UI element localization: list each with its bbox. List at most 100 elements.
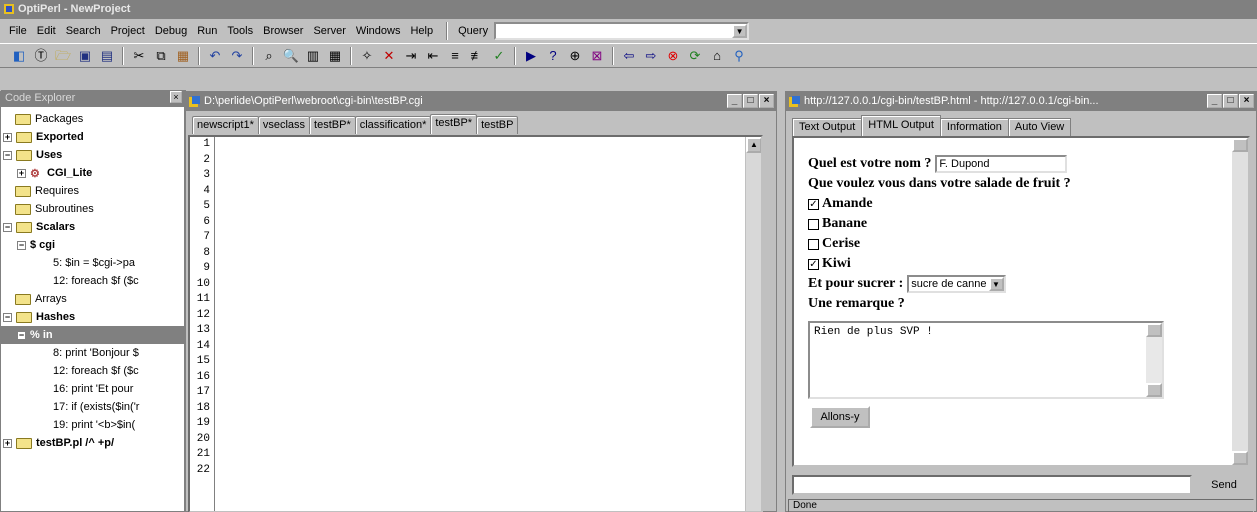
back-arrow-icon[interactable]: ⇦	[618, 46, 640, 66]
menu-windows[interactable]: Windows	[351, 20, 406, 42]
chevron-down-icon[interactable]: ▼	[988, 277, 1004, 291]
tree-node-arrays[interactable]: Arrays	[1, 290, 186, 308]
menu-file[interactable]: File	[4, 20, 32, 42]
tree-node-in-ref[interactable]: 16: print 'Et pour	[1, 380, 186, 398]
syntax-check-icon[interactable]: ✓	[488, 46, 510, 66]
collapse-icon[interactable]: −	[3, 222, 12, 232]
close-button[interactable]: ×	[1239, 94, 1254, 108]
zoom-icon[interactable]: ⊕	[564, 46, 586, 66]
find-replace-icon[interactable]: 🔍	[280, 46, 302, 66]
tab-newscript1[interactable]: newscript1*	[192, 116, 259, 134]
view-icon[interactable]: ▥	[302, 46, 324, 66]
checkbox-icon[interactable]	[808, 238, 819, 250]
tab-information[interactable]: Information	[939, 118, 1009, 136]
close-button[interactable]: ×	[759, 94, 774, 108]
menu-debug[interactable]: Debug	[150, 20, 192, 42]
home-icon[interactable]: ⌂	[706, 46, 728, 66]
fruit-option-cerise[interactable]: Cerise	[808, 234, 1071, 254]
undo-icon[interactable]: ↶	[204, 46, 226, 66]
menu-run[interactable]: Run	[192, 20, 222, 42]
find-icon[interactable]: ⌕	[258, 46, 280, 66]
tab-testbp-2[interactable]: testBP	[476, 116, 519, 134]
tree-node-in-ref[interactable]: 19: print '<b>$in(	[1, 416, 186, 434]
name-input[interactable]: F. Dupond	[935, 155, 1068, 173]
fruit-option-kiwi[interactable]: ✓ Kiwi	[808, 254, 1071, 274]
minimize-button[interactable]: _	[727, 94, 742, 108]
editor-scrollbar[interactable]: ▲	[745, 137, 761, 511]
collapse-icon[interactable]: −	[17, 240, 26, 250]
menu-edit[interactable]: Edit	[32, 20, 61, 42]
tab-vseclass[interactable]: vseclass	[257, 116, 311, 134]
send-button[interactable]: Send	[1198, 475, 1250, 495]
collapse-icon[interactable]: −	[3, 312, 12, 322]
redo-icon[interactable]: ↷	[226, 46, 248, 66]
fruit-option-amande[interactable]: ✓ Amande	[808, 194, 1071, 214]
copy-icon[interactable]: ⧉	[150, 46, 172, 66]
tab-html-output[interactable]: HTML Output	[861, 115, 941, 136]
query-dropdown-button[interactable]: ▼	[732, 24, 748, 38]
refresh-icon[interactable]: ⟳	[684, 46, 706, 66]
new-project-icon[interactable]: ◧	[8, 46, 30, 66]
collapse-icon[interactable]: −	[17, 330, 26, 340]
tree-node-in[interactable]: −% in	[1, 326, 186, 344]
fruit-option-banane[interactable]: Banane	[808, 214, 1071, 234]
save-icon[interactable]: ▣	[74, 46, 96, 66]
tree-node-in-ref[interactable]: 8: print 'Bonjour $	[1, 344, 186, 362]
open-folder-icon[interactable]: 🗁	[52, 46, 74, 66]
checkbox-icon[interactable]	[808, 218, 819, 230]
maximize-button[interactable]: □	[743, 94, 758, 108]
delete-icon[interactable]: ✕	[378, 46, 400, 66]
query-combo[interactable]: ▼	[494, 22, 750, 40]
menu-help[interactable]: Help	[405, 20, 438, 42]
tree-node-packages[interactable]: Packages	[1, 110, 186, 128]
comment-icon[interactable]: ≡	[444, 46, 466, 66]
tab-text-output[interactable]: Text Output	[792, 118, 863, 136]
web-search-icon[interactable]: ⚲	[728, 46, 750, 66]
scroll-down-button[interactable]	[1146, 383, 1162, 397]
tree-node-cgi-ref[interactable]: 12: foreach $f ($c	[1, 272, 186, 290]
sucre-select[interactable]: sucre de canne ▼	[907, 275, 1006, 293]
menu-tools[interactable]: Tools	[222, 20, 258, 42]
checkbox-checked-icon[interactable]: ✓	[808, 198, 819, 210]
maximize-button[interactable]: □	[1223, 94, 1238, 108]
tree-node-in-ref[interactable]: 17: if (exists($in('r	[1, 398, 186, 416]
layout-icon[interactable]: ▦	[324, 46, 346, 66]
checkbox-checked-icon[interactable]: ✓	[808, 258, 819, 270]
tools-icon[interactable]: ✧	[356, 46, 378, 66]
close-icon[interactable]: ×	[170, 91, 182, 103]
menu-search[interactable]: Search	[61, 20, 106, 42]
send-input[interactable]	[792, 475, 1192, 495]
tab-testbp-active[interactable]: testBP*	[430, 114, 478, 134]
run-icon[interactable]: ▶	[520, 46, 542, 66]
tab-auto-view[interactable]: Auto View	[1007, 118, 1072, 136]
menu-server[interactable]: Server	[308, 20, 350, 42]
submit-button[interactable]: Allons-y	[810, 406, 870, 428]
indent-icon[interactable]: ⇥	[400, 46, 422, 66]
scroll-down-button[interactable]	[1232, 451, 1248, 465]
outdent-icon[interactable]: ⇤	[422, 46, 444, 66]
paste-icon[interactable]: ▦	[172, 46, 194, 66]
menu-project[interactable]: Project	[106, 20, 150, 42]
tab-testbp[interactable]: testBP*	[309, 116, 356, 134]
tree-node-cgi-ref[interactable]: 5: $in = $cgi->pa	[1, 254, 186, 272]
textarea-scrollbar[interactable]	[1146, 323, 1162, 397]
minimize-button[interactable]: _	[1207, 94, 1222, 108]
stop-debug-icon[interactable]: ⊠	[586, 46, 608, 66]
scroll-up-button[interactable]: ▲	[746, 137, 761, 153]
tree-node-cgi[interactable]: − $ cgi	[1, 236, 186, 254]
debug-step-icon[interactable]: ?	[542, 46, 564, 66]
menu-browser[interactable]: Browser	[258, 20, 308, 42]
expand-icon[interactable]: +	[3, 438, 12, 448]
tree-node-cgi-lite[interactable]: + ⚙ CGI_Lite	[1, 164, 186, 182]
expand-icon[interactable]: +	[17, 168, 26, 178]
tree-node-hashes[interactable]: − Hashes	[1, 308, 186, 326]
tree-node-subroutines[interactable]: Subroutines	[1, 200, 186, 218]
stop-icon[interactable]: ⊗	[662, 46, 684, 66]
tree-node-in-ref[interactable]: 12: foreach $f ($c	[1, 362, 186, 380]
tree-node-testbp[interactable]: + testBP.pl /^ +p/	[1, 434, 186, 452]
tree-node-exported[interactable]: + Exported	[1, 128, 186, 146]
tree-node-requires[interactable]: Requires	[1, 182, 186, 200]
tree-node-uses[interactable]: − Uses	[1, 146, 186, 164]
scroll-up-button[interactable]	[1232, 138, 1248, 152]
new-file-icon[interactable]: Ⓣ	[30, 46, 52, 66]
